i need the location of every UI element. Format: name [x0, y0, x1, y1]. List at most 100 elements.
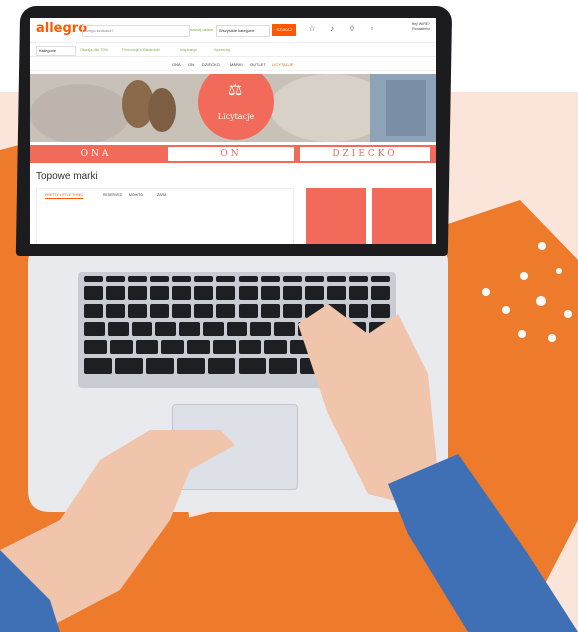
keyboard-key[interactable]	[172, 304, 192, 318]
keyboard-key[interactable]	[84, 322, 105, 336]
search-input[interactable]: czego szukasz?	[82, 25, 190, 37]
keyboard-key[interactable]	[84, 304, 104, 318]
keyboard-key[interactable]	[172, 276, 192, 282]
keyboard-key[interactable]	[106, 276, 126, 282]
keyboard-key[interactable]	[326, 276, 346, 282]
tab-marki[interactable]: MARKI	[230, 62, 243, 68]
keyboard-key[interactable]	[135, 340, 159, 354]
decor-dot	[538, 242, 546, 250]
keyboard-key[interactable]	[260, 286, 280, 300]
decor-dot	[520, 272, 528, 280]
keyboard-key[interactable]	[114, 358, 143, 374]
keyboard-key[interactable]	[194, 286, 214, 300]
keyboard-key[interactable]	[238, 286, 258, 300]
keyboard-key[interactable]	[238, 304, 258, 318]
keyboard-key[interactable]	[107, 322, 129, 336]
hero-banner[interactable]: ⚖ Licytacje	[30, 74, 436, 142]
decor-dot	[556, 268, 562, 274]
segment-on[interactable]: ON	[168, 147, 294, 161]
keyboard-key[interactable]	[179, 322, 200, 336]
keyboard-key[interactable]	[348, 276, 368, 282]
search-option-link[interactable]: szukaj ustaw	[190, 25, 213, 35]
keyboard-key[interactable]	[260, 276, 280, 282]
secondary-nav: Kategorie Okazja dla 70% Promocja z Bied…	[30, 44, 436, 57]
keyboard-key[interactable]	[131, 322, 153, 336]
keyboard-key[interactable]	[150, 304, 170, 318]
segment-bar: ONA ON DZIECKO	[30, 145, 436, 163]
nav-link-okazja[interactable]: Okazja dla 70%	[80, 47, 108, 53]
keyboard-key[interactable]	[304, 276, 324, 282]
keyboard-key[interactable]	[84, 340, 107, 354]
keyboard-key[interactable]	[176, 358, 205, 374]
keyboard-key[interactable]	[187, 340, 210, 354]
keyboard-key[interactable]	[150, 286, 170, 300]
category-select[interactable]: Wszystkie kategorie	[216, 25, 270, 37]
nav-link-promocja[interactable]: Promocja z Biedronki	[122, 47, 160, 53]
keyboard-key[interactable]	[216, 304, 236, 318]
keyboard-key[interactable]	[250, 322, 272, 336]
keyboard-key[interactable]	[238, 340, 262, 354]
laptop-screen: allegro czego szukasz? szukaj ustaw Wszy…	[30, 18, 436, 244]
nav-link-inspiracje[interactable]: Inspiracje	[180, 47, 197, 53]
tab-on[interactable]: ON	[188, 62, 194, 68]
keyboard-key[interactable]	[150, 276, 170, 282]
user-name: Ronaldinho	[412, 27, 430, 31]
tab-ona[interactable]: ONA	[172, 62, 181, 68]
keyboard-key[interactable]	[128, 304, 148, 318]
keyboard-key[interactable]	[106, 304, 126, 318]
promo-tile[interactable]	[306, 188, 366, 244]
keyboard-key[interactable]	[172, 286, 192, 300]
tab-licytacje[interactable]: LICYTACJE	[272, 62, 293, 68]
keyboard-key[interactable]	[238, 358, 267, 374]
star-icon[interactable]: ☆	[308, 25, 316, 33]
gavel-icon: ⚖	[228, 82, 243, 99]
keyboard-key[interactable]	[84, 286, 104, 300]
keyboard-key[interactable]	[128, 276, 148, 282]
keyboard-key[interactable]	[207, 358, 236, 374]
keyboard-key[interactable]	[145, 358, 174, 374]
keyboard-key[interactable]	[155, 322, 177, 336]
cart-icon[interactable]: ◊	[348, 25, 356, 33]
nav-link-sprzedaj[interactable]: Sprzedaj	[214, 47, 230, 53]
brand-tab-mohito[interactable]: MOHITO	[129, 193, 143, 198]
tab-outlet[interactable]: OUTLET	[250, 62, 266, 68]
promo-tile[interactable]	[372, 188, 432, 244]
keyboard-key[interactable]	[282, 276, 302, 282]
brand-tab-pretty-little-thing[interactable]: PRETTY LITTLE THING	[45, 193, 83, 199]
segment-dziecko[interactable]: DZIECKO	[300, 147, 430, 161]
brand-card: PRETTY LITTLE THING RESERVED MOHITO ZARA	[36, 188, 294, 244]
search-button[interactable]: SZUKAJ	[272, 24, 296, 36]
user-menu[interactable]: Hej! WIRE? Ronaldinho	[390, 22, 430, 32]
keyboard-key[interactable]	[216, 276, 236, 282]
keyboard-key[interactable]	[370, 276, 390, 282]
keyboard-key[interactable]	[109, 340, 133, 354]
left-hand	[0, 430, 235, 632]
section-title: Topowe marki	[36, 171, 98, 182]
tab-dziecko[interactable]: DZIECKO	[202, 62, 220, 68]
site-header: allegro czego szukasz? szukaj ustaw Wszy…	[30, 18, 436, 43]
keyboard-key[interactable]	[161, 340, 184, 354]
keyboard-key[interactable]	[194, 304, 214, 318]
keyboard-key[interactable]	[128, 286, 148, 300]
keyboard-key[interactable]	[84, 276, 104, 282]
allegro-logo[interactable]: allegro	[36, 21, 87, 36]
bell-icon[interactable]: ♪	[328, 25, 336, 33]
keyboard-key[interactable]	[216, 286, 236, 300]
nav-category-select[interactable]: Kategorie	[36, 46, 76, 56]
keyboard-key[interactable]	[238, 276, 258, 282]
bag-icon[interactable]: ▫	[368, 25, 376, 33]
segment-ona[interactable]: ONA	[32, 147, 160, 161]
keyboard-key[interactable]	[264, 340, 287, 354]
keyboard-key[interactable]	[260, 304, 280, 318]
keyboard-key[interactable]	[212, 340, 236, 354]
keyboard-key[interactable]	[84, 358, 112, 374]
keyboard-key[interactable]	[194, 276, 214, 282]
keyboard-key[interactable]	[226, 322, 248, 336]
keyboard-key[interactable]	[106, 286, 126, 300]
category-tabs: ONA ON DZIECKO MARKI OUTLET LICYTACJE	[30, 60, 436, 71]
keyboard-key[interactable]	[202, 322, 224, 336]
right-hand	[298, 304, 578, 632]
brand-tab-reserved[interactable]: RESERVED	[103, 193, 122, 198]
hero-label: Licytacje	[217, 112, 255, 121]
brand-tab-zara[interactable]: ZARA	[157, 193, 166, 198]
